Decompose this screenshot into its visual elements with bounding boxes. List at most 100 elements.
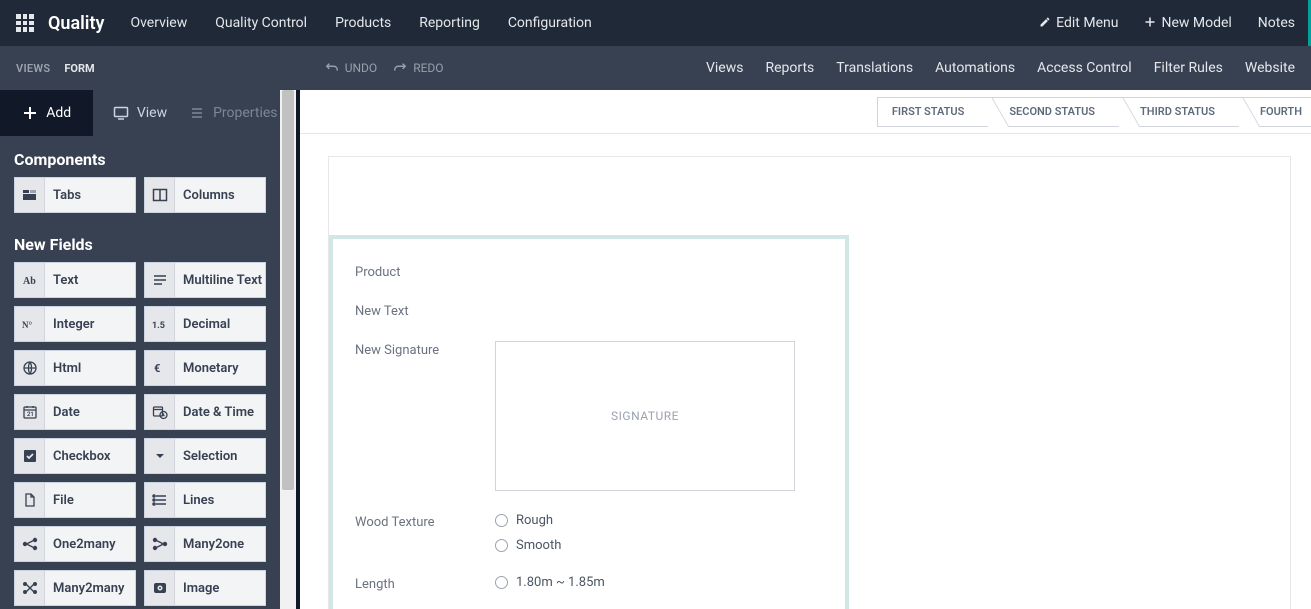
top-nav-right: Edit Menu New Model Notes xyxy=(1039,15,1295,31)
field-label: Text xyxy=(45,273,78,288)
field-file[interactable]: File xyxy=(14,482,136,518)
svg-text:N°: N° xyxy=(22,320,32,330)
subnav-reports[interactable]: Reports xyxy=(765,60,814,76)
one2many-icon xyxy=(15,527,45,561)
component-columns[interactable]: Columns xyxy=(144,177,266,213)
app-brand[interactable]: Quality xyxy=(48,13,104,34)
subnav-translations[interactable]: Translations xyxy=(836,60,913,76)
radio-icon xyxy=(495,539,508,552)
subnav-website[interactable]: Website xyxy=(1245,60,1295,76)
menu-configuration[interactable]: Configuration xyxy=(508,15,592,31)
field-wood-texture[interactable]: Wood Texture Rough Smooth xyxy=(355,513,823,553)
pencil-icon xyxy=(1039,16,1051,28)
plus-icon xyxy=(1144,16,1156,28)
field-monetary[interactable]: €Monetary xyxy=(144,350,266,386)
subnav-access-control[interactable]: Access Control xyxy=(1037,60,1132,76)
menu-quality-control[interactable]: Quality Control xyxy=(215,15,307,31)
integer-icon: N° xyxy=(15,307,45,341)
field-datetime[interactable]: Date & Time xyxy=(144,394,266,430)
form-group-highlight[interactable]: Product New Text New Signature SIGNATURE… xyxy=(329,235,849,609)
field-many2many[interactable]: Many2many xyxy=(14,570,136,606)
apps-icon[interactable] xyxy=(16,14,34,32)
status-first[interactable]: FIRST STATUS xyxy=(877,97,982,127)
menu-products[interactable]: Products xyxy=(335,15,391,31)
text-icon: Ab xyxy=(15,263,45,297)
subnav-filter-rules[interactable]: Filter Rules xyxy=(1154,60,1223,76)
field-lines[interactable]: Lines xyxy=(144,482,266,518)
tab-add[interactable]: Add xyxy=(0,90,93,136)
svg-text:€: € xyxy=(154,362,160,375)
field-label: One2many xyxy=(45,537,116,552)
field-label: Many2one xyxy=(175,537,244,552)
field-product[interactable]: Product xyxy=(355,263,823,280)
field-label: File xyxy=(45,493,74,508)
label-product: Product xyxy=(355,263,495,280)
fields-grid: AbText Multiline Text N°Integer 1.5 Decimal H… xyxy=(0,262,280,609)
field-label: Lines xyxy=(175,493,214,508)
field-multiline[interactable]: Multiline Text xyxy=(144,262,266,298)
field-label: Date & Time xyxy=(175,405,254,420)
label-length: Length xyxy=(355,575,495,592)
multiline-icon xyxy=(145,263,175,297)
top-nav: Quality Overview Quality Control Product… xyxy=(0,0,1311,46)
lines-icon xyxy=(145,483,175,517)
radio-rough[interactable]: Rough xyxy=(495,513,561,528)
monetary-icon: € xyxy=(145,351,175,385)
status-steps: FIRST STATUS SECOND STATUS THIRD STATUS … xyxy=(877,97,1311,127)
datetime-icon xyxy=(145,395,175,429)
subnav-views[interactable]: Views xyxy=(706,60,744,76)
menu-overview[interactable]: Overview xyxy=(130,15,187,31)
image-icon xyxy=(145,571,175,605)
field-label: Image xyxy=(175,581,219,596)
tab-view[interactable]: View xyxy=(93,90,186,136)
field-selection[interactable]: Selection xyxy=(144,438,266,474)
field-many2one[interactable]: Many2one xyxy=(144,526,266,562)
field-label: Multiline Text xyxy=(175,273,262,288)
field-length[interactable]: Length 1.80m ~ 1.85m xyxy=(355,575,823,592)
field-new-text[interactable]: New Text xyxy=(355,302,823,319)
radio-smooth[interactable]: Smooth xyxy=(495,538,561,553)
status-bar: FIRST STATUS SECOND STATUS THIRD STATUS … xyxy=(300,90,1311,134)
signature-box[interactable]: SIGNATURE xyxy=(495,341,795,491)
field-checkbox[interactable]: Checkbox xyxy=(14,438,136,474)
radio-icon xyxy=(495,514,508,527)
field-integer[interactable]: N°Integer xyxy=(14,306,136,342)
sub-bar: VIEWS FORM UNDO REDO Views Reports Trans… xyxy=(0,46,1311,90)
svg-text:1.5: 1.5 xyxy=(152,321,165,331)
undo-button[interactable]: UNDO xyxy=(325,61,377,75)
redo-button[interactable]: REDO xyxy=(393,61,443,75)
radio-length-1[interactable]: 1.80m ~ 1.85m xyxy=(495,575,605,590)
html-icon xyxy=(15,351,45,385)
field-label: Decimal xyxy=(175,317,230,332)
field-signature[interactable]: New Signature SIGNATURE xyxy=(355,341,823,491)
subnav-automations[interactable]: Automations xyxy=(935,60,1015,76)
many2one-icon xyxy=(145,527,175,561)
field-decimal[interactable]: 1.5 Decimal xyxy=(144,306,266,342)
main: Add View Properties Components Tabs xyxy=(0,90,1311,609)
field-image[interactable]: Image xyxy=(144,570,266,606)
field-html[interactable]: Html xyxy=(14,350,136,386)
redo-icon xyxy=(393,61,407,75)
tab-properties[interactable]: Properties xyxy=(187,90,280,136)
tabs-icon xyxy=(15,178,45,212)
form-sheet-outline: Product New Text New Signature SIGNATURE… xyxy=(328,156,1291,609)
selection-icon xyxy=(145,439,175,473)
sidebar-scrollbar[interactable] xyxy=(280,90,296,609)
new-model-link[interactable]: New Model xyxy=(1144,15,1231,31)
edit-menu-link[interactable]: Edit Menu xyxy=(1039,15,1118,31)
top-menu: Overview Quality Control Products Report… xyxy=(130,15,591,31)
monitor-icon xyxy=(113,105,129,121)
label-new-text: New Text xyxy=(355,302,495,319)
field-text[interactable]: AbText xyxy=(14,262,136,298)
canvas: FIRST STATUS SECOND STATUS THIRD STATUS … xyxy=(300,90,1311,609)
breadcrumb-views[interactable]: VIEWS xyxy=(16,62,50,75)
menu-reporting[interactable]: Reporting xyxy=(419,15,480,31)
field-label: Checkbox xyxy=(45,449,111,464)
field-one2many[interactable]: One2many xyxy=(14,526,136,562)
field-date[interactable]: 21Date xyxy=(14,394,136,430)
notes-link[interactable]: Notes xyxy=(1258,15,1295,31)
undo-icon xyxy=(325,61,339,75)
component-tabs[interactable]: Tabs xyxy=(14,177,136,213)
label-wood-texture: Wood Texture xyxy=(355,513,495,530)
field-label: Date xyxy=(45,405,80,420)
